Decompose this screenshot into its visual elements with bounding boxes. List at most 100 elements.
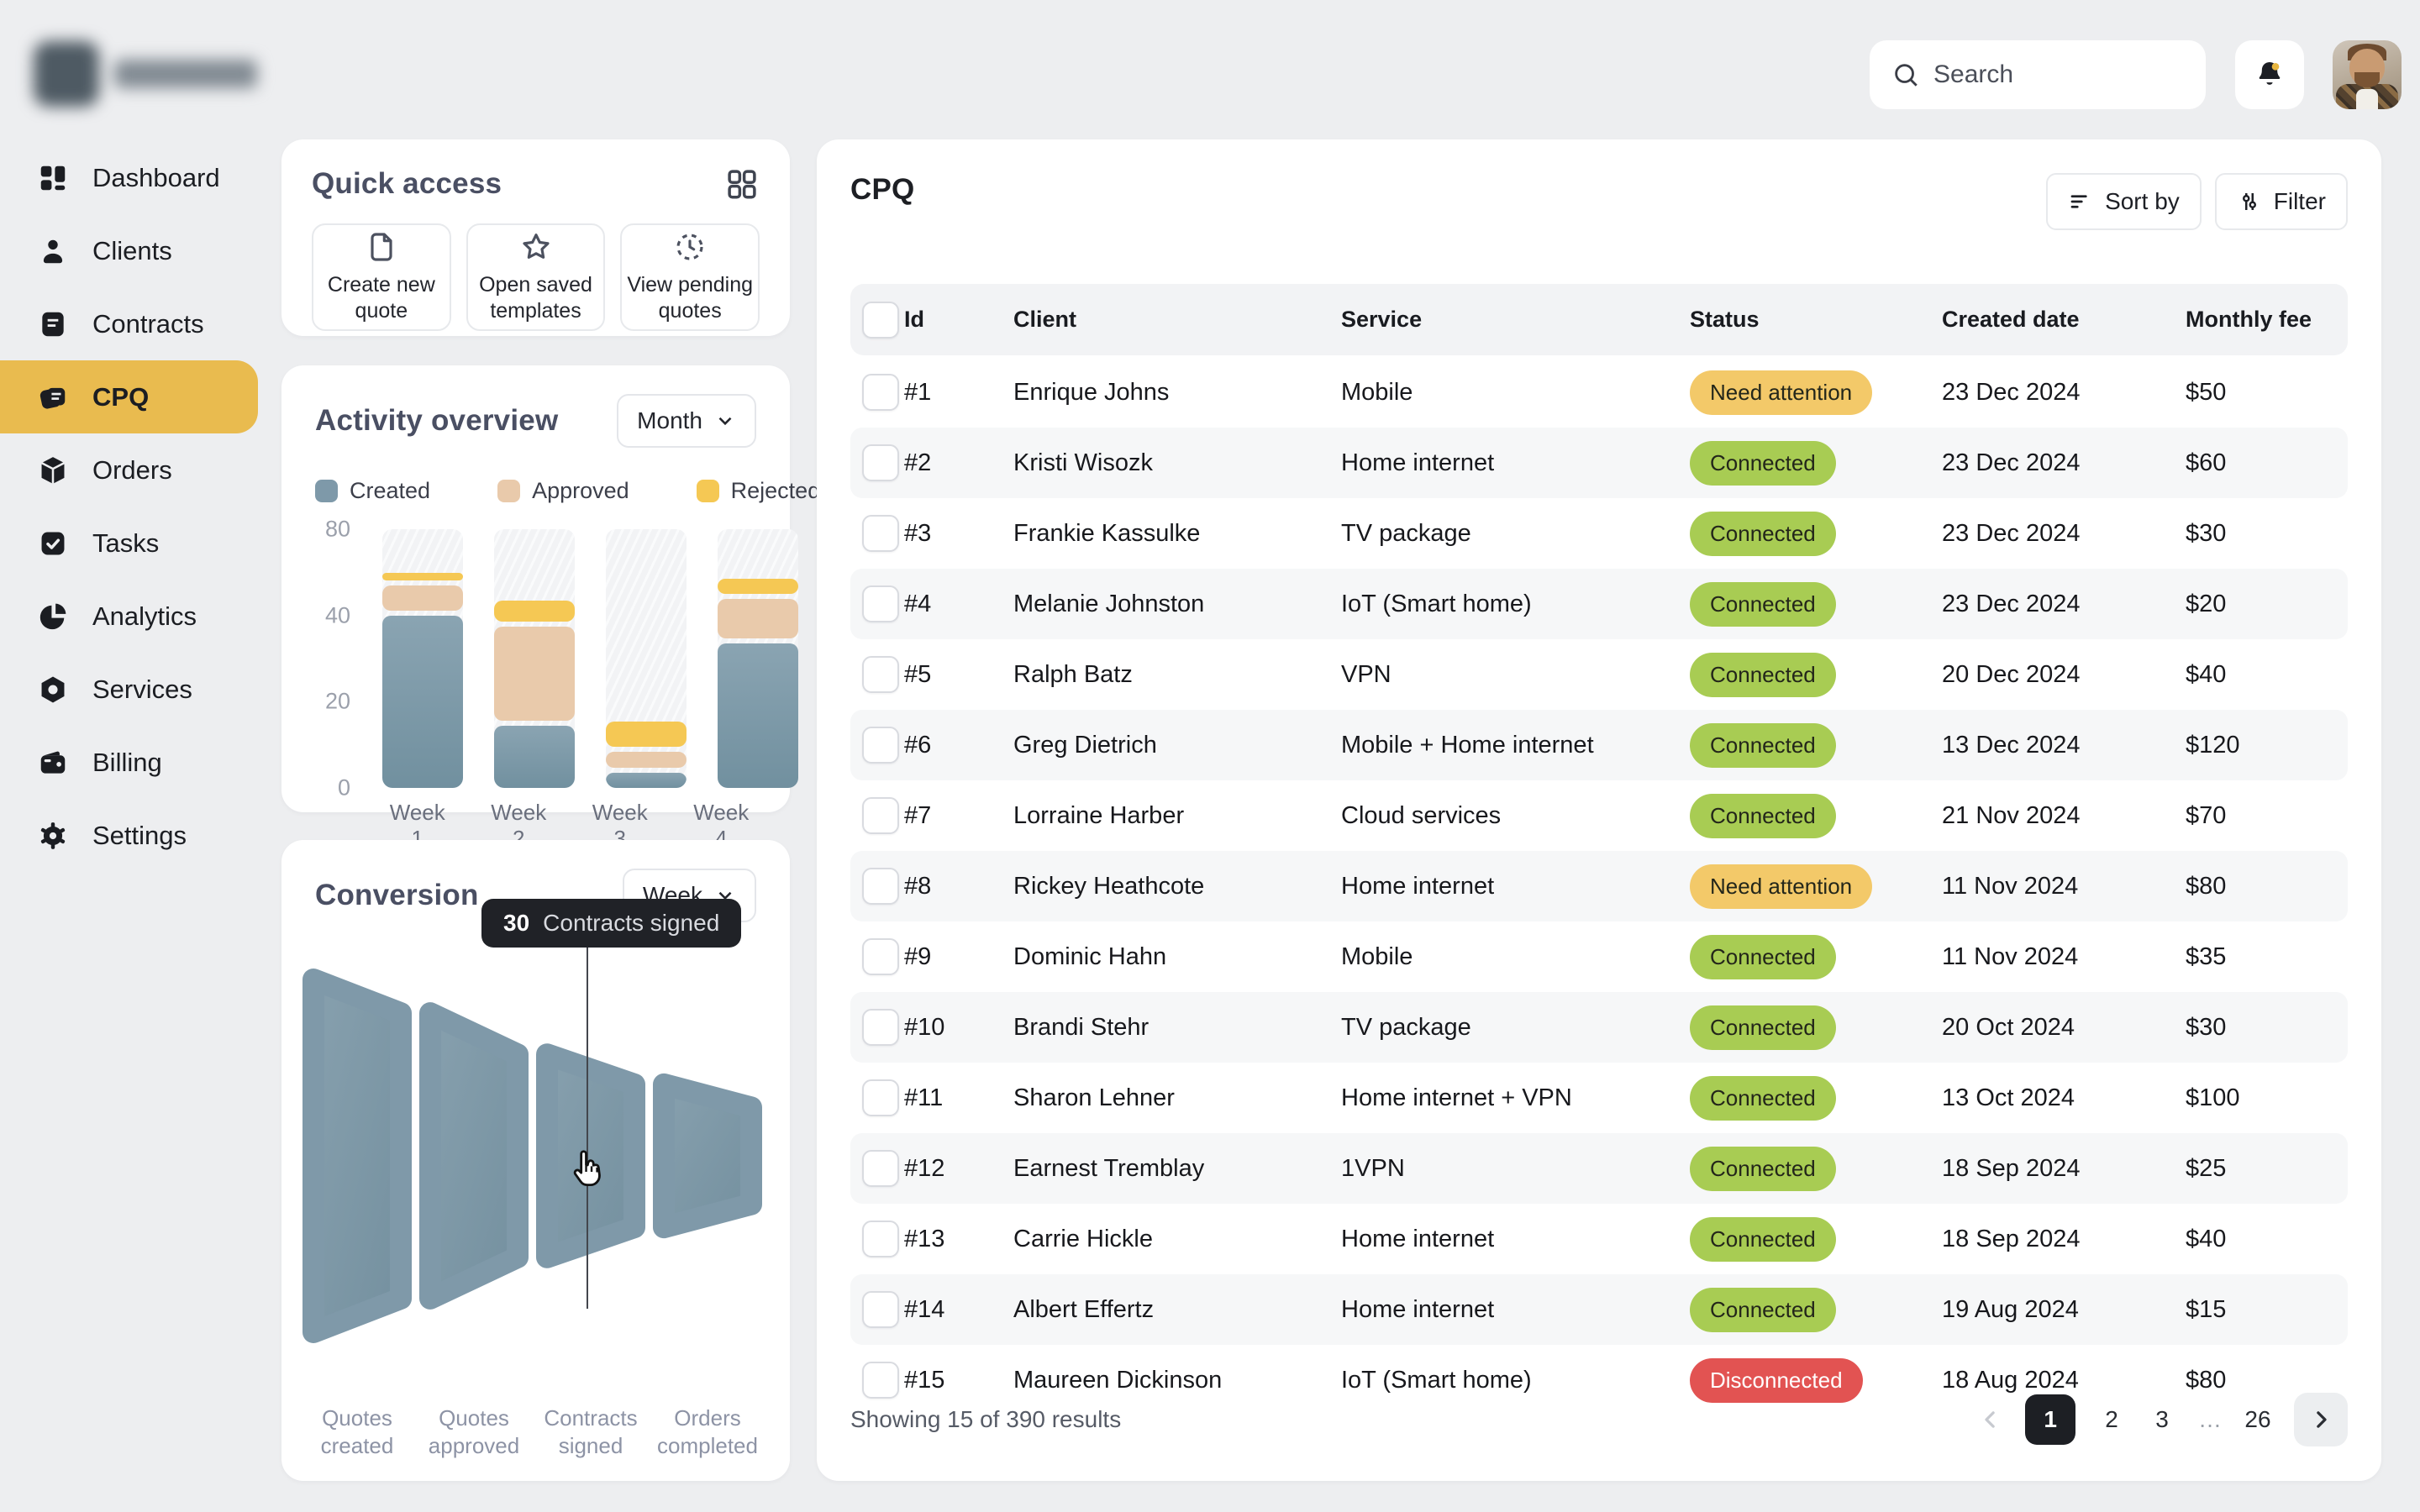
row-client: Maureen Dickinson: [1013, 1366, 1223, 1394]
topbar: [0, 0, 2420, 143]
file-icon: [365, 230, 398, 264]
row-id: #1: [904, 378, 932, 406]
row-client: Carrie Hickle: [1013, 1225, 1153, 1252]
status-badge: Connected: [1690, 1287, 1836, 1332]
activity-chart: 80 40 20 0: [315, 517, 798, 801]
row-checkbox[interactable]: [862, 656, 899, 693]
legend-item-approved: Approved: [497, 478, 629, 504]
table-row[interactable]: #9 Dominic Hahn Mobile Connected 11 Nov 2024…: [850, 921, 2348, 992]
table-row[interactable]: #12 Earnest Tremblay 1VPN Connected 18 Sep 2…: [850, 1133, 2348, 1204]
row-created-date: 21 Nov 2024: [1942, 801, 2081, 829]
page-26[interactable]: 26: [2244, 1406, 2272, 1433]
quick-access-card-create-new[interactable]: Create new quote: [312, 223, 451, 331]
page-ellipsis: …: [2198, 1406, 2222, 1432]
funnel-label-quotes-created: Quotes created: [320, 1405, 394, 1458]
row-created-date: 20 Dec 2024: [1942, 660, 2081, 688]
column-header-id: Id: [904, 307, 924, 332]
avatar[interactable]: [2333, 40, 2402, 109]
bar-segment-created: [606, 773, 687, 788]
dashboard-icon: [37, 162, 69, 194]
page-1[interactable]: 1: [2025, 1394, 2075, 1445]
legend-chip: [315, 480, 338, 502]
quick-access-card-view-pending[interactable]: View pending quotes: [620, 223, 760, 331]
filter-button[interactable]: Filter: [2214, 173, 2348, 230]
table-row[interactable]: #10 Brandi Stehr TV package Connected 20 Oct…: [850, 992, 2348, 1063]
settings-icon: [37, 820, 69, 852]
legend-item-rejected: Rejected: [696, 478, 820, 504]
table-row[interactable]: #13 Carrie Hickle Home internet Connected 18…: [850, 1204, 2348, 1274]
cpq-icon: [37, 381, 69, 413]
row-checkbox[interactable]: [862, 1221, 899, 1257]
sidebar-item-billing[interactable]: Billing: [0, 726, 280, 799]
sidebar-item-services[interactable]: Services: [0, 653, 280, 726]
next-page-button[interactable]: [2294, 1393, 2348, 1446]
row-checkbox[interactable]: [862, 797, 899, 834]
sidebar-item-label: Tasks: [92, 528, 160, 558]
row-checkbox[interactable]: [862, 444, 899, 481]
grid-icon[interactable]: [724, 166, 760, 202]
search-input[interactable]: [1933, 60, 2184, 89]
funnel-segment-orders-completed[interactable]: [653, 1073, 762, 1239]
row-created-date: 11 Nov 2024: [1942, 872, 2079, 900]
table-row[interactable]: #7 Lorraine Harber Cloud services Connected…: [850, 780, 2348, 851]
select-all-checkbox[interactable]: [862, 301, 899, 339]
page-3[interactable]: 3: [2148, 1406, 2176, 1433]
table-row[interactable]: #8 Rickey Heathcote Home internet Need atte…: [850, 851, 2348, 921]
sidebar-item-tasks[interactable]: Tasks: [0, 507, 280, 580]
row-id: #2: [904, 449, 932, 476]
row-checkbox[interactable]: [862, 727, 899, 764]
table-row[interactable]: #3 Frankie Kassulke TV package Connected 23 …: [850, 498, 2348, 569]
quick-access-card-open-saved[interactable]: Open saved templates: [466, 223, 606, 331]
sidebar-item-contracts[interactable]: Contracts: [0, 287, 280, 360]
quick-access-card-label: Create new quote: [327, 272, 435, 323]
sidebar-item-cpq[interactable]: CPQ: [0, 360, 258, 433]
table-row[interactable]: #11 Sharon Lehner Home internet + VPN Conne…: [850, 1063, 2348, 1133]
bar-week-2: [494, 529, 575, 788]
row-checkbox[interactable]: [862, 1150, 899, 1187]
table-row[interactable]: #4 Melanie Johnston IoT (Smart home) Connec…: [850, 569, 2348, 639]
billing-icon: [37, 747, 69, 779]
table-row[interactable]: #5 Ralph Batz VPN Connected 20 Dec 2024 $40: [850, 639, 2348, 710]
row-monthly-fee: $80: [2186, 872, 2227, 900]
table-row[interactable]: #1 Enrique Johns Mobile Need attention 23 De…: [850, 357, 2348, 428]
analytics-icon: [37, 601, 69, 633]
row-checkbox[interactable]: [862, 1079, 899, 1116]
sidebar-item-orders[interactable]: Orders: [0, 433, 280, 507]
activity-period-select[interactable]: Month: [617, 394, 756, 448]
row-checkbox[interactable]: [862, 868, 899, 905]
sidebar-item-clients[interactable]: Clients: [0, 214, 280, 287]
sidebar-item-dashboard[interactable]: Dashboard: [0, 141, 280, 214]
table-row[interactable]: #2 Kristi Wisozk Home internet Connected 23 …: [850, 428, 2348, 498]
row-client: Brandi Stehr: [1013, 1013, 1150, 1041]
row-checkbox[interactable]: [862, 938, 899, 975]
sidebar-item-analytics[interactable]: Analytics: [0, 580, 280, 653]
row-created-date: 18 Sep 2024: [1942, 1154, 2081, 1182]
row-created-date: 19 Aug 2024: [1942, 1295, 2079, 1323]
row-checkbox[interactable]: [862, 374, 899, 411]
row-checkbox[interactable]: [862, 1291, 899, 1328]
sort-icon: [2068, 189, 2093, 214]
bar-segment-rejected: [606, 721, 687, 747]
row-monthly-fee: $40: [2186, 660, 2227, 688]
column-header-service: Service: [1341, 307, 1423, 332]
row-service: Home internet + VPN: [1341, 1084, 1572, 1111]
funnel-segment-quotes-created[interactable]: [302, 969, 412, 1343]
sidebar-item-settings[interactable]: Settings: [0, 799, 280, 872]
sidebar-item-label: Settings: [92, 820, 187, 850]
sort-by-button[interactable]: Sort by: [2046, 173, 2202, 230]
search-box[interactable]: [1870, 40, 2206, 109]
page-2[interactable]: 2: [2097, 1406, 2126, 1433]
row-checkbox[interactable]: [862, 1009, 899, 1046]
chevron-left-icon[interactable]: [1978, 1407, 2003, 1432]
row-service: Mobile + Home internet: [1341, 731, 1594, 759]
funnel-segment-quotes-approved[interactable]: [419, 1002, 529, 1310]
row-id: #15: [904, 1366, 945, 1394]
row-monthly-fee: $25: [2186, 1154, 2227, 1182]
funnel-stage-labels: Quotes created Quotes approved Contracts s…: [302, 1404, 770, 1459]
table-row[interactable]: #14 Albert Effertz Home internet Connected 1…: [850, 1274, 2348, 1345]
notifications-button[interactable]: [2235, 40, 2304, 109]
row-checkbox[interactable]: [862, 585, 899, 622]
bar-segment-rejected: [382, 572, 463, 581]
table-row[interactable]: #6 Greg Dietrich Mobile + Home internet Con…: [850, 710, 2348, 780]
row-checkbox[interactable]: [862, 515, 899, 552]
